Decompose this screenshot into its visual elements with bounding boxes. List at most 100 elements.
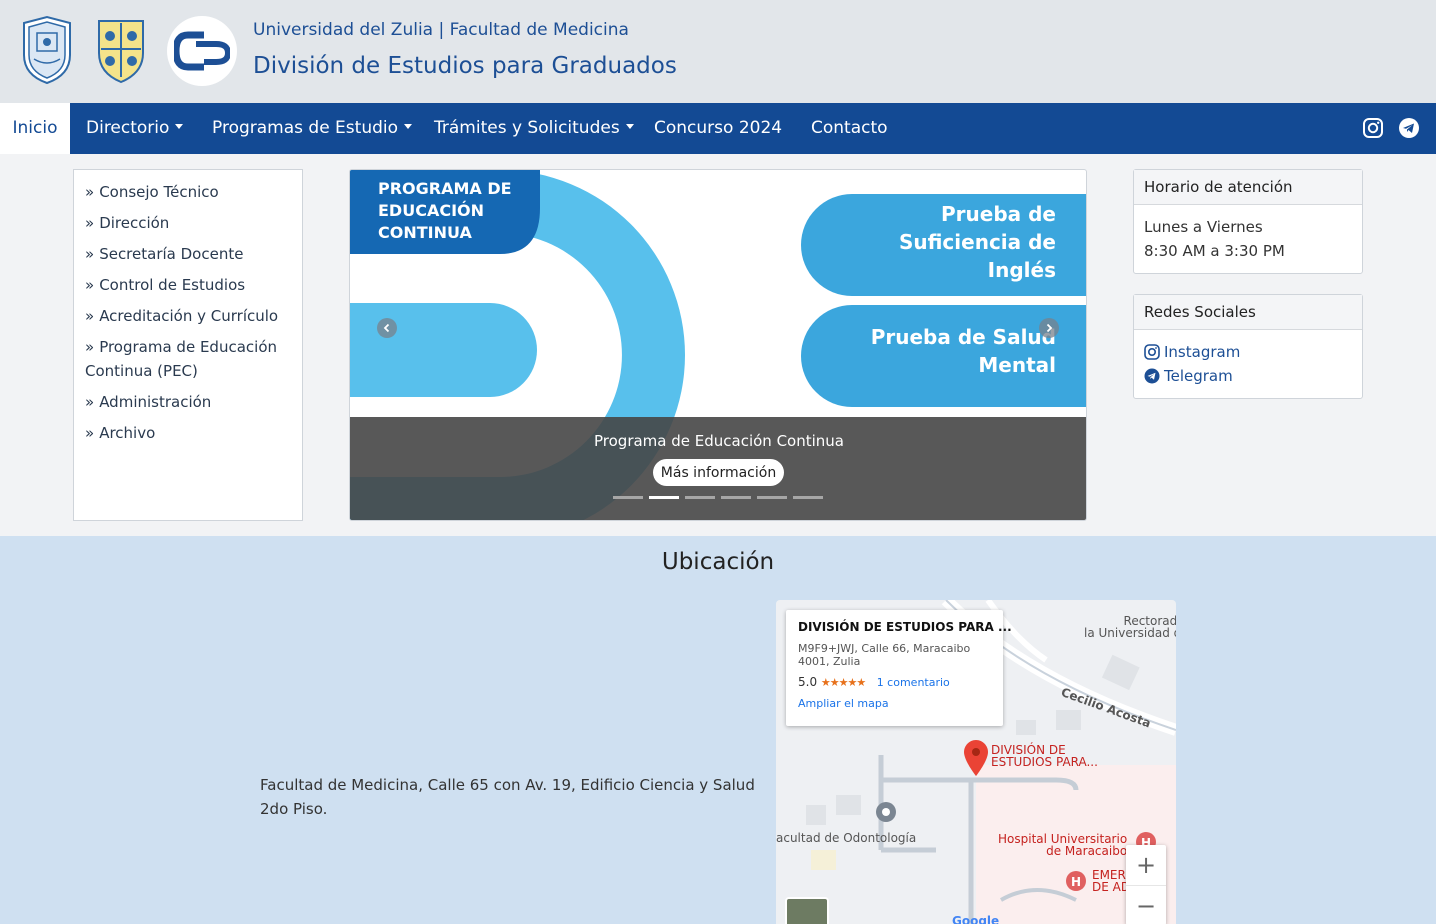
banner-label-line: EDUCACIÓN <box>378 201 484 220</box>
map-place-card: DIVISIÓN DE ESTUDIOS PARA ... M9F9+JWJ, … <box>786 610 1012 726</box>
map-label-rectorado: Rectorado dela Universidad del... <box>1084 614 1176 640</box>
double-chevron-icon: » <box>85 424 95 442</box>
sidebar-menu: » Consejo Técnico » Dirección » Secretaría … <box>73 169 303 521</box>
map-zoom-control: + − <box>1126 845 1166 924</box>
caret-down-icon <box>175 123 184 129</box>
zoom-in-button[interactable]: + <box>1126 845 1166 885</box>
instagram-label: Instagram <box>1164 343 1241 361</box>
map-label-emergency: EMER DE AD <box>1092 868 1130 894</box>
embedded-map[interactable]: H H DIVISIÓN DE ESTUDIOS PARA ... M9F9+J… <box>776 600 1176 924</box>
sidebar-item-control[interactable]: » Control de Estudios <box>85 273 245 297</box>
medicine-faculty-shield-logo[interactable] <box>93 15 149 85</box>
nav-inicio[interactable]: Inicio <box>0 103 70 154</box>
location-address: Facultad de Medicina, Calle 65 con Av. 1… <box>260 776 755 818</box>
hours-card-title: Horario de atención <box>1134 170 1362 205</box>
map-pin-label: DIVISIÓN DE ESTUDIOS PARA... <box>991 743 1098 769</box>
header-subtitle: Universidad del Zulia | Facultad de Medi… <box>253 20 629 40</box>
carousel-indicator[interactable] <box>793 496 823 499</box>
double-chevron-icon: » <box>85 307 95 325</box>
site-header: Universidad del Zulia | Facultad de Medi… <box>0 0 1436 103</box>
double-chevron-icon: » <box>85 338 95 356</box>
nav-programas-label: Programas de Estudio <box>212 118 399 138</box>
sidebar-item-pec[interactable]: » Programa de Educación Continua (PEC) <box>85 335 277 383</box>
hero-carousel: PROGRAMA DE EDUCACIÓN CONTINUA Prueba de… <box>349 169 1087 521</box>
telegram-icon[interactable] <box>1398 117 1420 139</box>
carousel-indicators <box>613 496 833 500</box>
sidebar-item-acreditacion[interactable]: » Acreditación y Currículo <box>85 304 278 328</box>
hours-days: Lunes a Viernes <box>1144 218 1263 236</box>
carousel-indicator[interactable] <box>721 496 751 499</box>
header-title: División de Estudios para Graduados <box>253 53 677 79</box>
nav-tramites-label: Trámites y Solicitudes <box>434 118 620 138</box>
carousel-indicator[interactable] <box>613 496 643 499</box>
sidebar-item-direccion[interactable]: » Dirección <box>85 211 169 235</box>
nav-concurso[interactable]: Concurso 2024 <box>654 103 782 154</box>
carousel-indicator[interactable] <box>685 496 715 499</box>
sidebar-item-consejo[interactable]: » Consejo Técnico <box>85 180 219 204</box>
carousel-indicator[interactable] <box>757 496 787 499</box>
deg-logo[interactable] <box>167 16 237 86</box>
map-label-odontologia: acultad de Odontología <box>776 831 917 845</box>
instagram-icon[interactable] <box>1362 117 1384 139</box>
svg-text:H: H <box>1071 875 1081 889</box>
map-rating-value: 5.0 <box>798 675 818 689</box>
pill-text: Prueba de <box>941 202 1056 226</box>
sidebar-item-administracion[interactable]: » Administración <box>85 390 211 414</box>
map-place-address: M9F9+JWJ, Calle 66, Maracaibo 4001, Zuli… <box>798 642 971 668</box>
carousel-caption: Programa de Educación Continua <box>594 432 844 450</box>
chevron-right-icon <box>1046 323 1053 333</box>
chevron-left-icon <box>383 323 390 333</box>
sidebar-item-label: Consejo Técnico <box>99 183 219 201</box>
double-chevron-icon: » <box>85 276 95 294</box>
sidebar-item-label: Archivo <box>99 424 156 442</box>
nav-directorio-label: Directorio <box>86 118 170 138</box>
carousel-next-arrow[interactable] <box>1039 318 1059 338</box>
pill-text: Prueba de Salud <box>871 325 1056 349</box>
map-label-line: la Universidad del... <box>1084 626 1176 640</box>
map-reviews-link[interactable]: 1 comentario <box>877 676 950 689</box>
nav-tramites[interactable]: Trámites y Solicitudes <box>434 103 634 154</box>
enlarge-map-link[interactable]: Ampliar el mapa <box>798 697 991 710</box>
social-card: Redes Sociales Instagram Telegram <box>1133 294 1363 399</box>
pill-text: Mental <box>978 353 1056 377</box>
nav-contacto[interactable]: Contacto <box>811 103 888 154</box>
rating-stars-icon: ★★★★★ <box>820 676 866 689</box>
social-card-title: Redes Sociales <box>1134 295 1362 330</box>
carousel-prev-arrow[interactable] <box>377 318 397 338</box>
pill-text: Inglés <box>988 258 1056 282</box>
hours-time: 8:30 AM a 3:30 PM <box>1144 242 1285 260</box>
sidebar-item-label: Acreditación y Currículo <box>99 307 279 325</box>
location-title: Ubicación <box>661 549 775 575</box>
map-label-line: ESTUDIOS PARA... <box>991 755 1098 769</box>
map-label-line: de Maracaibo <box>1046 844 1128 858</box>
sidebar-item-label-cont: Continua (PEC) <box>85 362 198 380</box>
hours-card: Horario de atención Lunes a Viernes 8:30… <box>1133 169 1363 274</box>
double-chevron-icon: » <box>85 393 95 411</box>
double-chevron-icon: » <box>85 245 95 263</box>
map-label-line: DE AD <box>1092 880 1131 894</box>
telegram-link[interactable]: Telegram <box>1144 364 1352 388</box>
pill-text: Suficiencia de <box>899 230 1056 254</box>
university-seal-logo[interactable] <box>20 15 74 85</box>
telegram-icon <box>1144 368 1160 384</box>
google-logo: Google <box>952 914 1000 924</box>
carousel-indicator[interactable] <box>649 496 679 499</box>
location-section <box>0 536 1436 924</box>
map-rating-row: 5.0 ★★★★★ 1 comentario <box>798 675 991 689</box>
caret-down-icon <box>404 123 413 129</box>
zoom-out-button[interactable]: − <box>1126 885 1166 924</box>
banner-label-line: PROGRAMA DE <box>378 179 512 198</box>
social-card-body: Instagram Telegram <box>1134 330 1362 398</box>
nav-directorio[interactable]: Directorio <box>86 103 184 154</box>
sidebar-item-archivo[interactable]: » Archivo <box>85 421 155 445</box>
more-info-button[interactable]: Más información <box>653 459 784 486</box>
nav-programas[interactable]: Programas de Estudio <box>212 103 413 154</box>
sidebar-item-label: Control de Estudios <box>99 276 246 294</box>
instagram-link[interactable]: Instagram <box>1144 340 1352 364</box>
sidebar-item-secretaria[interactable]: » Secretaría Docente <box>85 242 243 266</box>
instagram-icon <box>1144 344 1160 360</box>
main-navbar: Inicio Directorio Programas de Estudio T… <box>0 103 1436 154</box>
caret-down-icon <box>625 123 634 129</box>
double-chevron-icon: » <box>85 183 95 201</box>
double-chevron-icon: » <box>85 214 95 232</box>
